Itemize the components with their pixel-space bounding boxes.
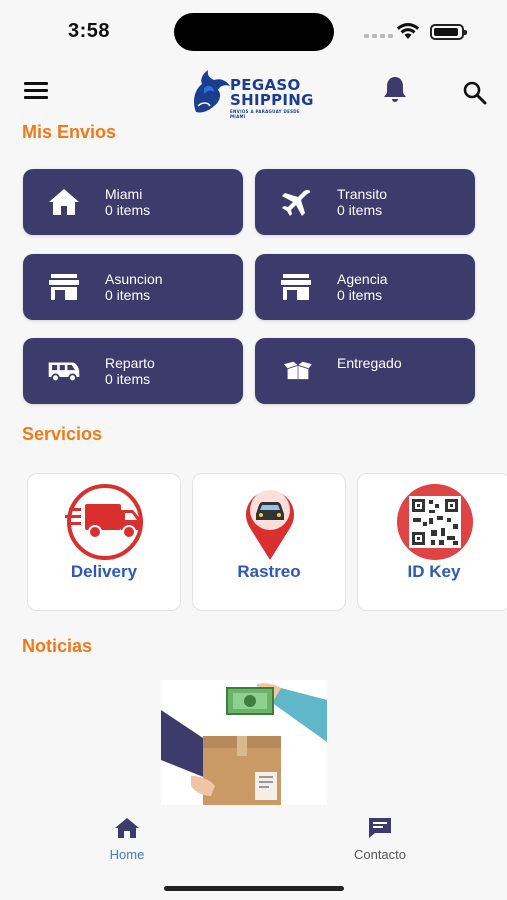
van-icon: [47, 355, 81, 387]
shipment-card-asuncion[interactable]: Asuncion 0 items: [23, 254, 243, 320]
services-section-title: Servicios: [22, 424, 103, 444]
shipment-card-agencia[interactable]: Agencia 0 items: [255, 254, 475, 320]
menu-button[interactable]: [24, 82, 50, 104]
service-label: ID Key: [407, 562, 461, 581]
service-label: Rastreo: [237, 562, 301, 581]
shipment-name: Transito: [337, 186, 388, 202]
logo-text: PEGASO SHIPPING ENVIOS A PARAGUAY DESDE …: [230, 78, 316, 120]
shipment-count: 0 items: [337, 287, 383, 303]
airplane-icon: [279, 186, 313, 218]
shipment-card-transito[interactable]: Transito 0 items: [255, 169, 475, 235]
service-card-rastreo[interactable]: Rastreo: [192, 473, 346, 611]
shipment-name: Asuncion: [105, 271, 163, 287]
shipment-card-entregado[interactable]: Entregado: [255, 338, 475, 404]
shipment-name: Entregado: [337, 355, 402, 371]
battery-icon: [430, 24, 467, 40]
logo-tagline: ENVIOS A PARAGUAY DESDE MIAMI: [230, 109, 300, 119]
nav-contacto[interactable]: Contacto: [325, 816, 435, 862]
shipment-count: 0 items: [105, 287, 151, 303]
news-image-payment-package[interactable]: [161, 680, 327, 805]
news-illustration: [161, 680, 327, 805]
qr-code-icon: [397, 484, 473, 560]
pegasus-logo-icon: [194, 70, 230, 113]
store-icon: [47, 271, 81, 303]
delivery-truck-icon: [65, 484, 143, 560]
service-label: Delivery: [70, 562, 138, 581]
status-bar: 3:58: [0, 0, 507, 62]
notifications-bell-icon[interactable]: [380, 74, 410, 104]
signal-icon: [364, 34, 393, 38]
shipment-count: 0 items: [105, 202, 151, 218]
shipment-name: Agencia: [337, 271, 388, 287]
status-time: 3:58: [68, 20, 111, 42]
home-icon: [115, 818, 139, 838]
shipment-count: 0 items: [337, 202, 383, 218]
shipments-section-title: Mis Envios: [22, 122, 117, 142]
nav-home[interactable]: Home: [72, 816, 182, 862]
logo-title-line2: SHIPPING: [230, 91, 314, 109]
shipment-card-reparto[interactable]: Reparto 0 items: [23, 338, 243, 404]
nav-label: Contacto: [353, 847, 407, 862]
shipment-count: 0 items: [105, 371, 151, 387]
logo: PEGASO SHIPPING ENVIOS A PARAGUAY DESDE …: [190, 68, 316, 120]
news-section-title: Noticias: [22, 636, 93, 656]
shipment-name: Reparto: [105, 355, 155, 371]
service-card-delivery[interactable]: Delivery: [27, 473, 181, 611]
nav-label: Home: [109, 847, 145, 862]
wifi-icon: [396, 23, 420, 39]
location-car-icon: [246, 490, 294, 560]
home-indicator[interactable]: [164, 886, 344, 891]
shipment-name: Miami: [105, 186, 143, 202]
dynamic-island: [174, 13, 334, 51]
search-icon[interactable]: [462, 80, 488, 106]
open-box-icon: [279, 355, 313, 387]
app-screen: 3:58 PEGASO SHIPPING ENVIOS A PARAGUAY D…: [0, 0, 507, 900]
shipment-card-miami[interactable]: Miami 0 items: [23, 169, 243, 235]
house-icon: [47, 186, 81, 218]
service-card-id-key[interactable]: ID Key: [357, 473, 507, 611]
chat-icon: [369, 818, 391, 838]
store-icon: [279, 271, 313, 303]
